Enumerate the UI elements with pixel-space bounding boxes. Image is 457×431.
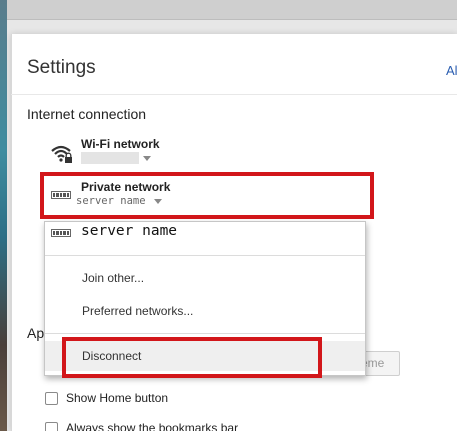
menu-item-join-other[interactable]: Join other...: [82, 271, 144, 285]
private-network-label: Private network: [81, 180, 171, 194]
title-divider: [11, 94, 457, 95]
disconnect-highlight: [62, 337, 322, 378]
chevron-down-icon[interactable]: [143, 156, 151, 161]
show-home-button-row[interactable]: Show Home button: [45, 391, 168, 405]
ethernet-icon: [51, 229, 71, 237]
bookmarks-bar-label: Always show the bookmarks bar: [66, 421, 239, 431]
page-title: Settings: [27, 57, 96, 78]
about-link[interactable]: Al: [446, 63, 457, 78]
menu-item-server[interactable]: server name: [81, 223, 177, 239]
chevron-down-icon[interactable]: [154, 199, 162, 204]
desktop-background: [0, 0, 7, 431]
private-network-server[interactable]: server name: [76, 195, 146, 207]
ethernet-icon: [51, 191, 71, 199]
appearance-heading: Ap: [27, 325, 45, 341]
menu-divider: [45, 333, 365, 334]
wifi-ssid-redacted[interactable]: [81, 152, 139, 164]
menu-item-preferred-networks[interactable]: Preferred networks...: [82, 304, 193, 318]
checkbox[interactable]: [45, 391, 58, 405]
wifi-locked-icon: [50, 143, 74, 165]
menu-divider: [45, 255, 365, 256]
show-home-button-label: Show Home button: [66, 391, 169, 405]
bookmarks-bar-row[interactable]: Always show the bookmarks bar: [45, 421, 238, 431]
checkbox[interactable]: [45, 421, 58, 431]
browser-top-bar: [7, 0, 457, 20]
internet-connection-heading: Internet connection: [27, 106, 147, 122]
wifi-network-label: Wi-Fi network: [81, 137, 160, 151]
